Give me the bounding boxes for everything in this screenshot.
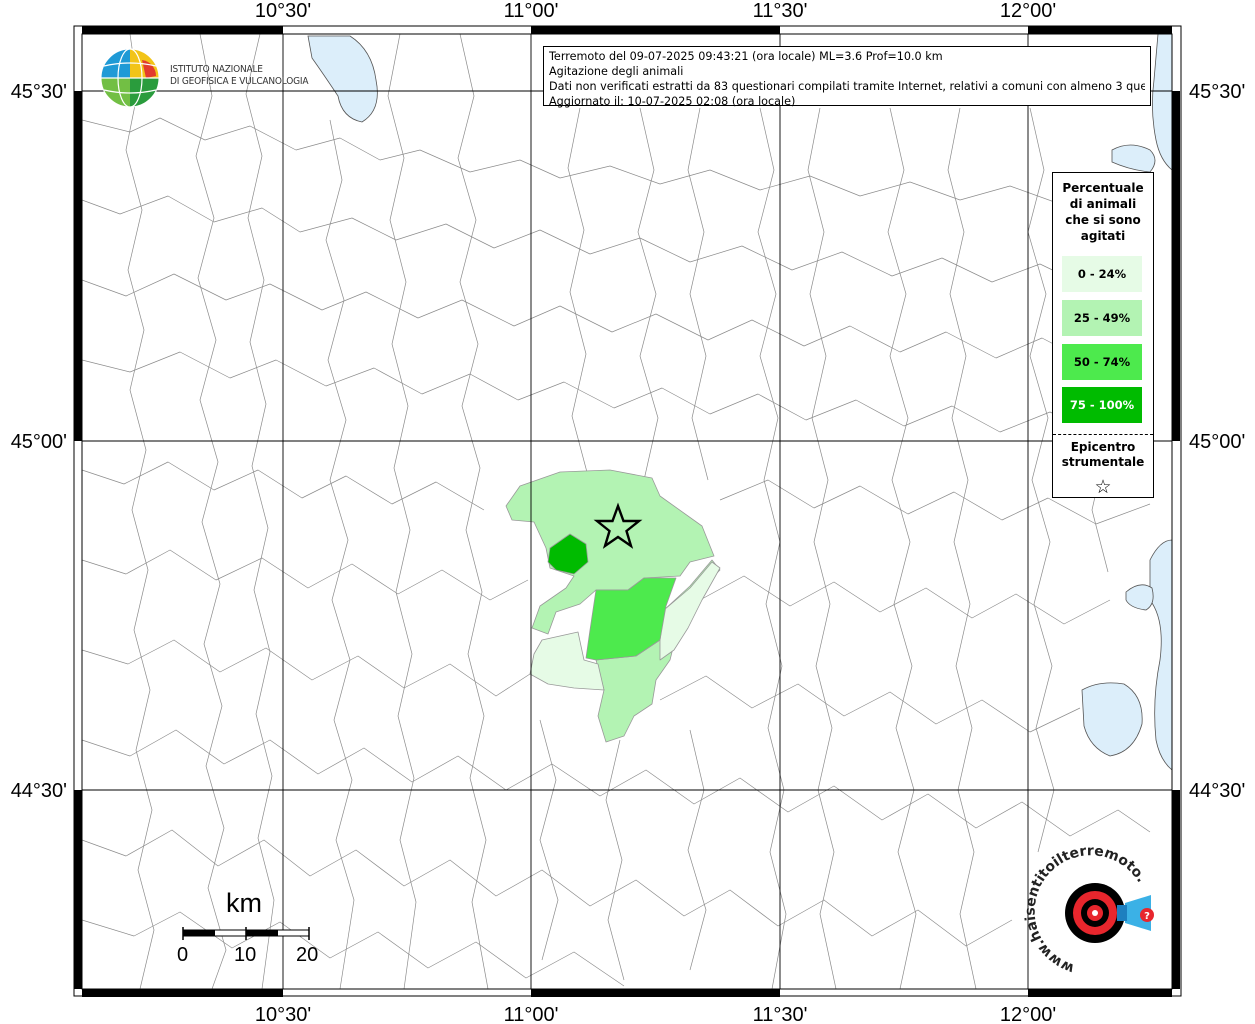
x-tick-top: 11°00' xyxy=(504,0,559,22)
legend-divider xyxy=(1053,434,1153,435)
x-tick-top: 12°00' xyxy=(1000,0,1056,22)
legend-title: Percentuale di animali che si sono agita… xyxy=(1062,181,1144,243)
scale-label-10: 10 xyxy=(234,944,257,966)
legend-class-50-74: 50 - 74% xyxy=(1062,344,1142,380)
y-tick-right: 45°00' xyxy=(1189,431,1245,453)
y-tick-right: 44°30' xyxy=(1189,780,1245,802)
legend: Percentuale di animali che si sono agita… xyxy=(1052,172,1154,498)
x-tick-bottom: 11°30' xyxy=(753,1004,808,1024)
scale-label-0: 0 xyxy=(177,944,189,966)
intensity-map: 10°30' 11°00' 11°30' 12°00' 10°30' 11°00… xyxy=(11,0,1246,1024)
svg-text:?: ? xyxy=(1144,911,1150,922)
map-subtitle: Agitazione degli animali xyxy=(549,65,684,78)
ingv-name-line2: DI GEOFISICA E VULCANOLOGIA xyxy=(170,76,309,87)
ingv-globe-icon xyxy=(100,48,160,108)
update-time: Aggiornato il: 10-07-2025 02:08 (ora loc… xyxy=(549,95,796,108)
ingv-logo: ISTITUTO NAZIONALE DI GEOFISICA E VULCAN… xyxy=(100,48,320,108)
epicenter-legend-label: Epicentro strumentale xyxy=(1061,440,1145,469)
data-note: Dati non verificati estratti da 83 quest… xyxy=(549,80,1145,93)
x-tick-top: 11°30' xyxy=(753,0,808,22)
legend-class-75-100: 75 - 100% xyxy=(1062,387,1142,423)
x-tick-bottom: 12°00' xyxy=(1000,1004,1056,1024)
y-tick-left: 44°30' xyxy=(11,780,67,802)
ingv-name-line1: ISTITUTO NAZIONALE xyxy=(170,64,263,75)
scale-label-20: 20 xyxy=(296,944,319,966)
x-tick-bottom: 11°00' xyxy=(504,1004,559,1024)
scale-unit: km xyxy=(226,888,262,918)
event-title: Terremoto del 09-07-2025 09:43:21 (ora l… xyxy=(549,50,943,63)
y-tick-left: 45°00' xyxy=(11,431,67,453)
legend-class-0-24: 0 - 24% xyxy=(1062,256,1142,292)
y-tick-right: 45°30' xyxy=(1189,81,1245,103)
epicenter-star-icon: ☆ xyxy=(1094,476,1112,498)
y-tick-left: 45°30' xyxy=(11,81,67,103)
legend-class-25-49: 25 - 49% xyxy=(1062,300,1142,336)
x-tick-bottom: 10°30' xyxy=(255,1004,311,1024)
event-info-box: Terremoto del 09-07-2025 09:43:21 (ora l… xyxy=(543,46,1151,108)
x-tick-top: 10°30' xyxy=(255,0,311,22)
